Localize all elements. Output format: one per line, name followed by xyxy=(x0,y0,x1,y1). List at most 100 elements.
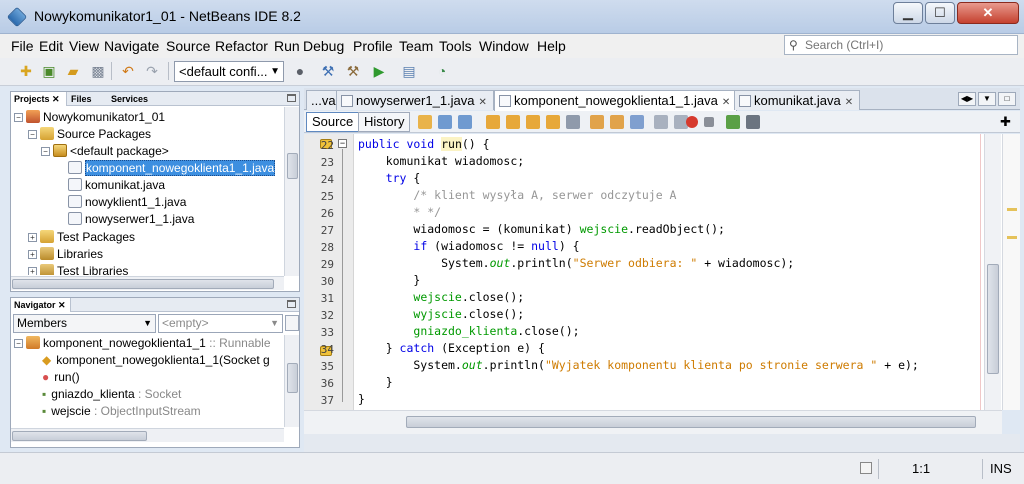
menu-view[interactable]: View xyxy=(69,38,99,54)
uncomment-icon[interactable] xyxy=(746,115,760,129)
back-icon[interactable] xyxy=(438,115,452,129)
tree-item-libraries[interactable]: + Libraries xyxy=(28,246,103,263)
editor-tab-nowyserwer[interactable]: nowyserwer1_1.java ✕ xyxy=(336,90,494,110)
collapse-icon[interactable]: − xyxy=(41,147,50,156)
source-view-button[interactable]: Source xyxy=(306,112,360,132)
scroll-thumb[interactable] xyxy=(987,264,999,374)
tree-item-komunikat-file[interactable]: komunikat.java xyxy=(68,177,165,194)
fold-collapse-icon[interactable]: − xyxy=(338,139,347,148)
menu-debug[interactable]: Debug xyxy=(303,38,344,54)
collapse-icon[interactable]: − xyxy=(14,339,23,348)
editor-vertical-scrollbar[interactable] xyxy=(984,134,1001,410)
shift-left-icon[interactable] xyxy=(654,115,668,129)
menu-team[interactable]: Team xyxy=(399,38,433,54)
navigator-item-wejscie[interactable]: ▪ wejscie : ObjectInputStream xyxy=(42,403,201,420)
close-button[interactable]: ✕ xyxy=(957,2,1019,24)
scroll-tabs-left-icon[interactable]: ◀▶ xyxy=(958,92,976,106)
search-input[interactable] xyxy=(805,37,1013,53)
minimize-button[interactable]: ▁ xyxy=(893,2,923,24)
members-filter-select[interactable]: Members ▼ xyxy=(13,314,156,333)
new-project-icon[interactable]: ▣ xyxy=(39,61,59,81)
tree-item-nowyklient-file[interactable]: nowyklient1_1.java xyxy=(68,194,186,211)
menu-navigate[interactable]: Navigate xyxy=(104,38,159,54)
tab-files[interactable]: Files xyxy=(68,92,95,106)
split-editor-icon[interactable]: ✚ xyxy=(1000,114,1011,130)
minimize-panel-icon[interactable] xyxy=(287,300,296,308)
tree-item-test-packages[interactable]: + Test Packages xyxy=(28,229,135,246)
navigator-item-class[interactable]: − komponent_nowegoklienta1_1 :: Runnable xyxy=(14,335,271,352)
redo-icon[interactable]: ↷ xyxy=(142,61,162,81)
notification-icon[interactable] xyxy=(860,462,872,474)
close-tab-icon[interactable]: ✕ xyxy=(722,97,730,108)
navigator-vertical-scrollbar[interactable] xyxy=(284,335,299,427)
scroll-thumb[interactable] xyxy=(287,153,298,179)
show-opened-documents-icon[interactable]: ▼ xyxy=(978,92,996,106)
save-all-icon[interactable]: ▩ xyxy=(88,61,108,81)
tree-item-project[interactable]: − Nowykomunikator1_01 xyxy=(14,109,165,126)
tab-navigator[interactable]: Navigator ✕ xyxy=(11,298,71,312)
platform-globe-icon[interactable]: ● xyxy=(290,61,310,81)
tree-item-komponent-file[interactable]: komponent_nowegoklienta1_1.java xyxy=(68,160,276,177)
toggle-rectangular-selection-icon[interactable] xyxy=(566,115,580,129)
tree-item-default-package[interactable]: − <default package> xyxy=(41,143,169,160)
new-file-icon[interactable]: ✚ xyxy=(16,61,36,81)
minimize-panel-icon[interactable] xyxy=(287,94,296,102)
editor-tab-komunikat[interactable]: komunikat.java ✕ xyxy=(734,90,861,110)
scroll-thumb[interactable] xyxy=(287,363,298,393)
menu-edit[interactable]: Edit xyxy=(39,38,63,54)
tree-item-nowyserwer-file[interactable]: nowyserwer1_1.java xyxy=(68,211,194,228)
code-editor[interactable]: − 22 23 24 25 26 27 28 29 30 31 32 33 34… xyxy=(304,134,1002,410)
toggle-highlight-icon[interactable] xyxy=(546,115,560,129)
menu-run[interactable]: Run xyxy=(274,38,300,54)
close-tab-icon[interactable]: ✕ xyxy=(845,97,853,108)
expand-icon[interactable]: + xyxy=(28,267,37,275)
forward-icon[interactable] xyxy=(458,115,472,129)
navigator-item-run[interactable]: ● run() xyxy=(42,369,80,386)
undo-icon[interactable]: ↶ xyxy=(118,61,138,81)
warning-mark[interactable] xyxy=(1007,236,1017,239)
collapse-icon[interactable]: − xyxy=(28,130,37,139)
close-tab-icon[interactable]: ✕ xyxy=(479,97,487,108)
tab-projects[interactable]: Projects ✕ xyxy=(11,92,67,106)
empty-filter-select[interactable]: <empty> ▼ xyxy=(158,314,283,333)
next-bookmark-icon[interactable] xyxy=(610,115,624,129)
tree-item-test-libraries[interactable]: + Test Libraries xyxy=(28,263,128,275)
menu-help[interactable]: Help xyxy=(537,38,566,54)
find-selection-icon[interactable] xyxy=(486,115,500,129)
expand-icon[interactable]: + xyxy=(28,250,37,259)
open-project-icon[interactable]: ▰ xyxy=(63,61,83,81)
scroll-thumb[interactable] xyxy=(12,431,147,441)
navigator-options-icon[interactable] xyxy=(285,315,299,331)
collapse-icon[interactable]: − xyxy=(14,113,23,122)
history-view-button[interactable]: History xyxy=(358,112,411,132)
find-previous-icon[interactable] xyxy=(506,115,520,129)
clean-build-icon[interactable]: ⚒ xyxy=(343,61,363,81)
maximize-button[interactable]: ☐ xyxy=(925,2,955,24)
menu-window[interactable]: Window xyxy=(479,38,529,54)
navigator-horizontal-scrollbar[interactable] xyxy=(11,428,284,442)
configuration-select[interactable]: <default confi... ▼ xyxy=(174,61,284,82)
menu-profile[interactable]: Profile xyxy=(353,38,393,54)
navigator-item-constructor[interactable]: ◆ komponent_nowegoklienta1_1(Socket g xyxy=(42,352,270,369)
maximize-editor-icon[interactable]: □ xyxy=(998,92,1016,106)
stop-macro-icon[interactable] xyxy=(704,117,714,127)
tab-services[interactable]: Services xyxy=(108,92,151,106)
expand-icon[interactable]: + xyxy=(28,233,37,242)
find-next-icon[interactable] xyxy=(526,115,540,129)
comment-icon[interactable] xyxy=(726,115,740,129)
start-macro-icon[interactable] xyxy=(686,116,698,128)
menu-source[interactable]: Source xyxy=(166,38,210,54)
toggle-bookmark-icon[interactable] xyxy=(630,115,644,129)
menu-file[interactable]: File xyxy=(11,38,34,54)
editor-tab-komponent[interactable]: komponent_nowegoklienta1_1.java ✕ xyxy=(494,90,738,111)
menu-refactor[interactable]: Refactor xyxy=(215,38,268,54)
previous-bookmark-icon[interactable] xyxy=(590,115,604,129)
navigator-item-gniazdo[interactable]: ▪ gniazdo_klienta : Socket xyxy=(42,386,181,403)
scroll-thumb[interactable] xyxy=(406,416,976,428)
error-stripe[interactable] xyxy=(1002,134,1020,410)
projects-vertical-scrollbar[interactable] xyxy=(284,107,299,276)
run-icon[interactable]: ▶ xyxy=(369,61,389,81)
menu-tools[interactable]: Tools xyxy=(439,38,472,54)
debug-icon[interactable]: ▤ xyxy=(399,61,419,81)
last-edit-icon[interactable] xyxy=(418,115,432,129)
